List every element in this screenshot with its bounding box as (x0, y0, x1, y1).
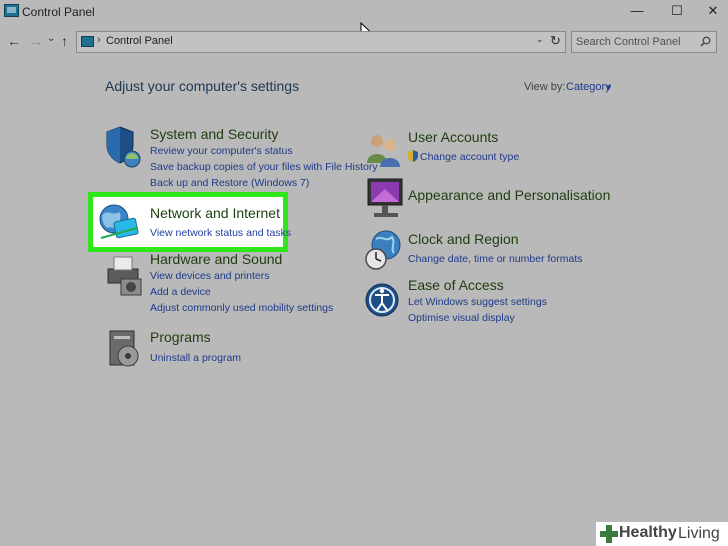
healthy-living-logo-icon (600, 525, 618, 543)
control-panel-app-icon (4, 4, 19, 17)
appearance-icon[interactable] (366, 177, 404, 219)
healthy-living-watermark: Healthy Living (596, 522, 728, 546)
breadcrumb-separator: › (97, 34, 101, 46)
ease-of-access-icon[interactable] (365, 280, 401, 320)
network-and-internet-link[interactable]: Network and Internet (150, 205, 280, 221)
devices-printers-link[interactable]: View devices and printers (150, 270, 269, 282)
control-panel-icon (81, 36, 94, 47)
view-network-status-link[interactable]: View network status and tasks (150, 227, 291, 239)
printer-icon[interactable] (105, 253, 143, 297)
mobility-settings-link[interactable]: Adjust commonly used mobility settings (150, 302, 333, 314)
file-history-link[interactable]: Save backup copies of your files with Fi… (150, 161, 378, 173)
network-globe-icon[interactable] (97, 202, 143, 246)
change-account-type-link[interactable]: Change account type (420, 151, 519, 163)
recent-locations-button[interactable]: ⌄ (47, 31, 55, 47)
uac-shield-icon (408, 150, 418, 162)
view-by-label: View by: (524, 81, 566, 93)
clock-globe-icon[interactable] (364, 229, 402, 271)
clock-and-region-link[interactable]: Clock and Region (408, 231, 519, 247)
close-button[interactable]: ✕ (700, 2, 726, 20)
breadcrumb-control-panel[interactable]: Control Panel (106, 35, 173, 47)
suggest-settings-link[interactable]: Let Windows suggest settings (408, 296, 547, 308)
user-accounts-link[interactable]: User Accounts (408, 129, 498, 145)
page-title: Adjust your computer's settings (105, 78, 300, 94)
shield-icon[interactable] (105, 125, 143, 169)
appearance-personalisation-link[interactable]: Appearance and Personalisation (408, 187, 610, 203)
uninstall-program-link[interactable]: Uninstall a program (150, 352, 241, 364)
hardware-and-sound-link[interactable]: Hardware and Sound (150, 251, 282, 267)
system-and-security-link[interactable]: System and Security (150, 126, 278, 142)
user-accounts-icon[interactable] (366, 131, 402, 169)
add-device-link[interactable]: Add a device (150, 286, 211, 298)
programs-link[interactable]: Programs (150, 329, 211, 345)
search-icon[interactable] (700, 36, 711, 47)
search-input[interactable] (574, 33, 696, 51)
forward-button[interactable]: → (29, 33, 43, 49)
address-dropdown-button[interactable]: ⌄ (536, 34, 544, 45)
address-bar[interactable]: › Control Panel ⌄ ↻ (76, 31, 566, 53)
backup-restore-link[interactable]: Back up and Restore (Windows 7) (150, 177, 309, 189)
search-box[interactable] (571, 31, 717, 53)
minimize-button[interactable]: — (624, 2, 650, 20)
ease-of-access-link[interactable]: Ease of Access (408, 277, 504, 293)
watermark-text-bold: Healthy (619, 524, 677, 541)
optimise-display-link[interactable]: Optimise visual display (408, 312, 515, 324)
chevron-down-icon[interactable]: ▼ (605, 83, 613, 92)
date-time-formats-link[interactable]: Change date, time or number formats (408, 253, 583, 265)
window-title: Control Panel (22, 5, 95, 19)
up-button[interactable]: ↑ (61, 33, 68, 49)
back-button[interactable]: ← (7, 33, 21, 49)
maximize-button[interactable]: ☐ (664, 2, 690, 20)
network-and-internet-highlight: Network and Internet View network status… (88, 192, 291, 252)
watermark-text-regular: Living (678, 525, 720, 542)
review-status-link[interactable]: Review your computer's status (150, 145, 293, 157)
programs-icon[interactable] (108, 328, 142, 370)
view-by-dropdown[interactable]: Category (566, 81, 611, 93)
refresh-button[interactable]: ↻ (550, 33, 561, 49)
